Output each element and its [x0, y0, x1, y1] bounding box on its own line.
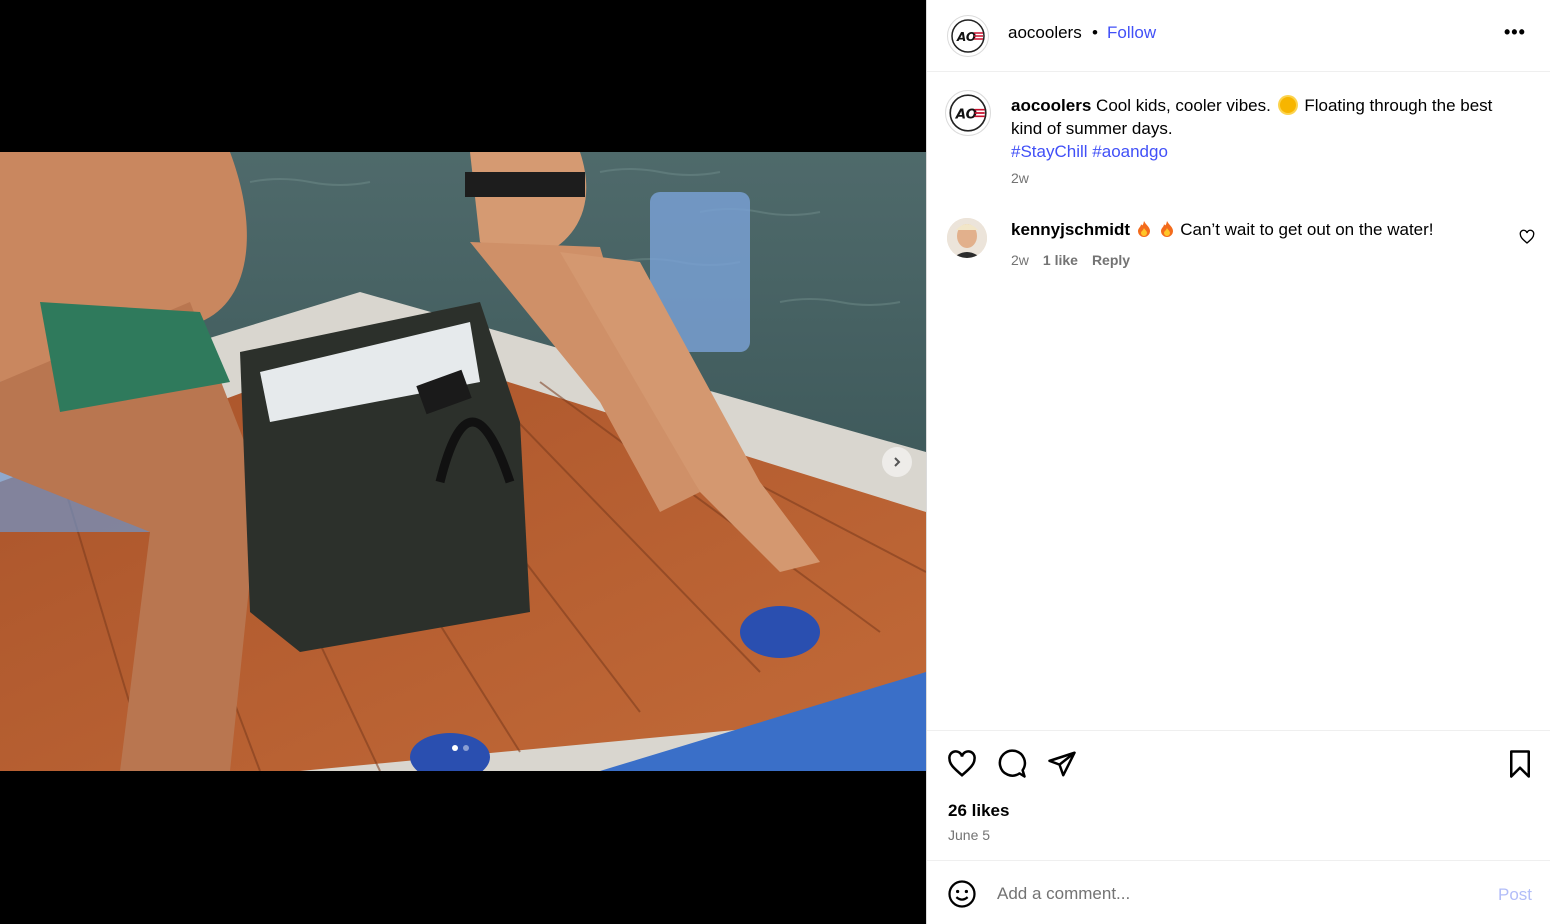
comment-body: Can’t wait to get out on the water!: [1180, 220, 1434, 239]
comment-text: kennyjschmidt Can’t wait to get out on t…: [1011, 220, 1434, 240]
caption-hashtags: #StayChill #aoandgo: [1011, 142, 1168, 161]
commenter-username[interactable]: kennyjschmidt: [1011, 220, 1130, 239]
hashtag-staychill[interactable]: #StayChill: [1011, 142, 1088, 161]
comment-input[interactable]: [997, 879, 1437, 909]
commenter-avatar[interactable]: [947, 218, 987, 258]
comment-reply-button[interactable]: Reply: [1092, 252, 1130, 268]
caption-avatar[interactable]: AO: [945, 90, 991, 136]
carousel-next-button[interactable]: [882, 447, 912, 477]
caption-body-1: Cool kids, cooler vibes.: [1096, 96, 1271, 115]
ao-logo-icon: AO: [949, 94, 987, 132]
caption-timestamp[interactable]: 2w: [1011, 170, 1029, 186]
svg-text:AO: AO: [956, 30, 976, 44]
comment-icon[interactable]: [997, 749, 1027, 779]
comment-timestamp[interactable]: 2w: [1011, 252, 1029, 268]
comment-likes[interactable]: 1 like: [1043, 252, 1078, 268]
separator-dot: •: [1092, 23, 1098, 42]
ao-logo-icon: AO: [951, 19, 985, 53]
likes-count[interactable]: 26 likes: [948, 801, 1009, 821]
svg-text:AO: AO: [955, 108, 977, 123]
post-header: AO aocoolers • Follow •••: [927, 0, 1550, 72]
emoji-icon[interactable]: [947, 879, 977, 909]
author-avatar[interactable]: AO: [947, 15, 989, 57]
commenter-photo: [947, 218, 987, 258]
post-actions: 26 likes June 5: [927, 730, 1550, 860]
photo-illustration: [0, 152, 926, 771]
fire-emoji-icon: [1160, 221, 1173, 237]
post-media: [0, 0, 926, 924]
caption-text: aocoolers Cool kids, cooler vibes. Float…: [1011, 94, 1521, 163]
carousel-indicator: [452, 745, 469, 751]
comment-meta: 2w 1 like Reply: [1011, 252, 1130, 268]
carousel-dot-2: [463, 745, 469, 751]
add-comment-bar: Post: [927, 860, 1550, 924]
bookmark-icon[interactable]: [1505, 749, 1535, 779]
share-icon[interactable]: [1047, 749, 1077, 779]
post-date[interactable]: June 5: [948, 827, 990, 843]
chevron-right-icon: [894, 457, 901, 467]
hashtag-aoandgo[interactable]: #aoandgo: [1092, 142, 1168, 161]
follow-button[interactable]: Follow: [1107, 23, 1156, 43]
post-side-panel: AO aocoolers • Follow ••• AO aocoolers C…: [926, 0, 1550, 924]
heart-icon[interactable]: [947, 749, 977, 779]
post-photo[interactable]: [0, 152, 926, 771]
post-comment-button[interactable]: Post: [1498, 885, 1532, 905]
comment-item: kennyjschmidt Can’t wait to get out on t…: [927, 212, 1550, 282]
more-icon[interactable]: •••: [1504, 22, 1526, 43]
fire-emoji-icon: [1137, 221, 1150, 237]
heart-icon[interactable]: [1519, 229, 1535, 245]
caption-username[interactable]: aocoolers: [1011, 96, 1091, 115]
carousel-dot-1: [452, 745, 458, 751]
sun-emoji-icon: [1279, 97, 1296, 113]
author-username[interactable]: aocoolers: [1008, 23, 1082, 43]
